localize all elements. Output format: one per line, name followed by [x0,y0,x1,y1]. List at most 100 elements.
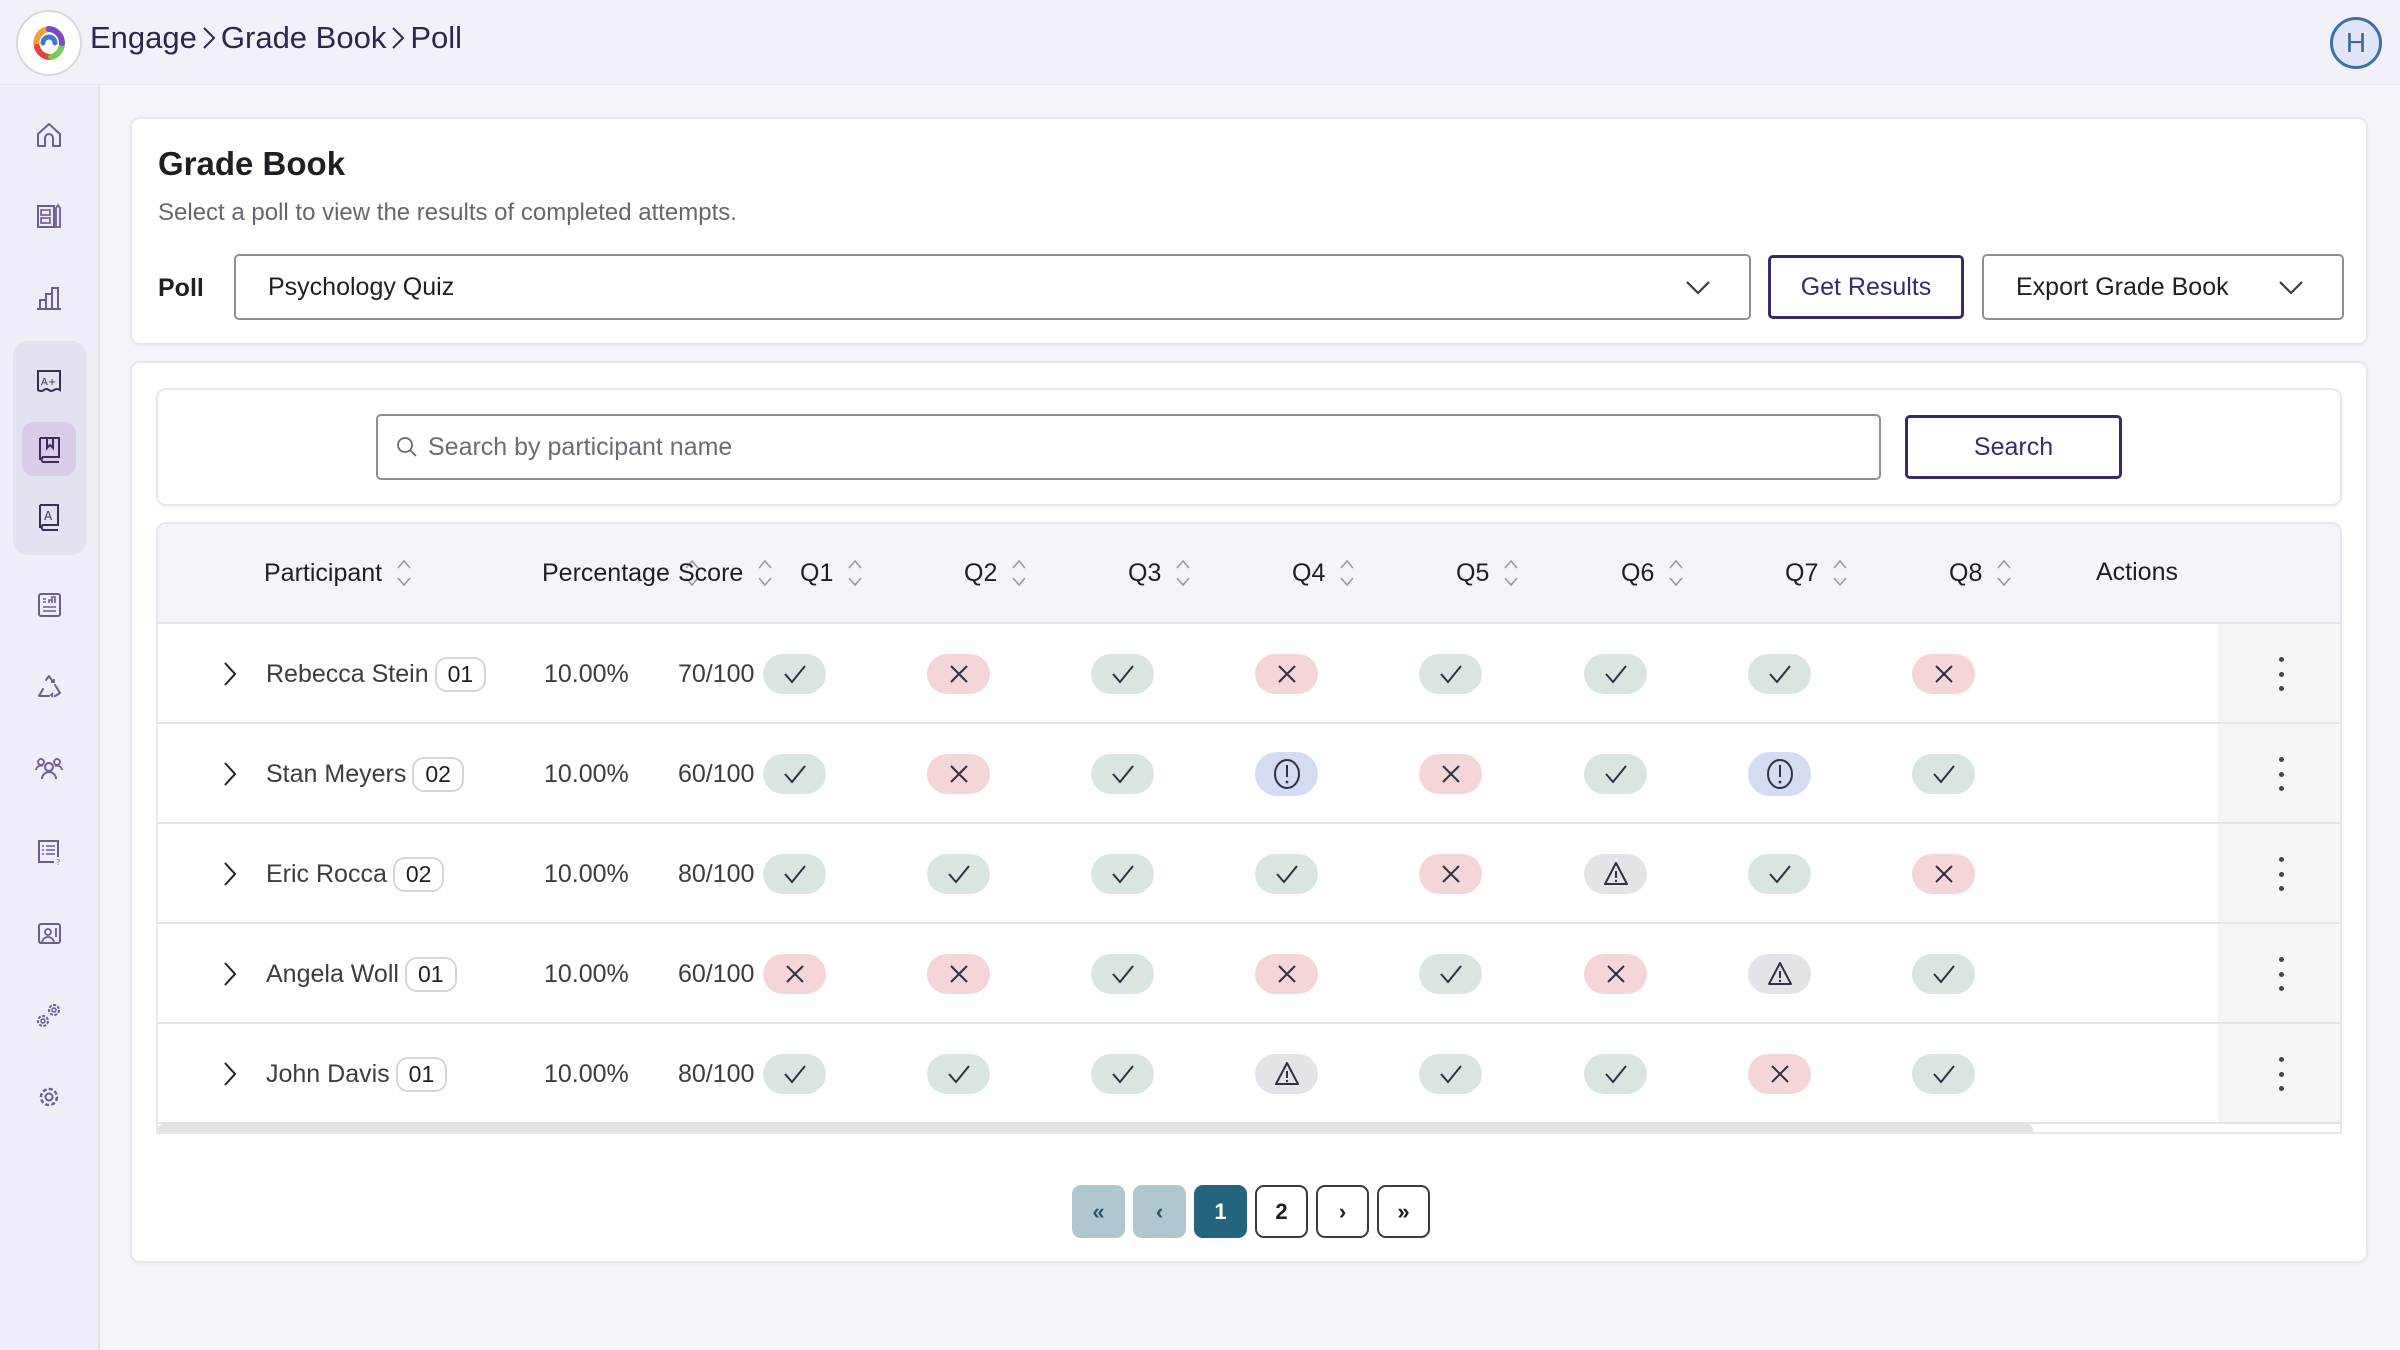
answer-status-correct[interactable] [1091,754,1154,794]
answer-status-incorrect[interactable] [1419,854,1482,894]
answer-status-info[interactable] [1748,752,1811,796]
answer-status-incorrect[interactable] [1255,654,1318,694]
export-grade-book-button[interactable]: Export Grade Book [1982,254,2344,320]
sort-icon[interactable] [847,558,863,588]
answer-status-correct[interactable] [927,854,990,894]
answer-status-info[interactable] [1255,752,1318,796]
sidebar-item-grade-book-a[interactable]: A [22,490,76,544]
expand-row-chevron-icon[interactable] [222,1060,238,1093]
sort-icon[interactable] [1668,558,1684,588]
answer-status-incorrect[interactable] [1912,854,1975,894]
answer-status-correct[interactable] [1419,954,1482,994]
column-header-q4[interactable]: Q4 [1292,558,1355,588]
row-actions-kebab-icon[interactable] [2274,654,2288,694]
sidebar-item-integrations[interactable] [22,988,76,1042]
sidebar-item-gradebook[interactable] [22,422,76,476]
expand-row-chevron-icon[interactable] [222,960,238,993]
search-button[interactable]: Search [1905,415,2122,479]
sort-icon[interactable] [1175,558,1191,588]
row-actions-kebab-icon[interactable] [2274,754,2288,794]
last-page-button[interactable]: » [1377,1185,1430,1238]
answer-status-incorrect[interactable] [1255,954,1318,994]
prev-page-button[interactable]: ‹ [1133,1185,1186,1238]
answer-status-correct[interactable] [1584,654,1647,694]
column-header-score[interactable]: Score [678,558,773,588]
answer-status-correct[interactable] [1091,654,1154,694]
column-header-participant[interactable]: Participant [264,558,412,588]
answer-status-correct[interactable] [1912,1054,1975,1094]
get-results-button[interactable]: Get Results [1768,255,1964,319]
answer-status-incorrect[interactable] [763,954,826,994]
sidebar-item-home[interactable] [22,108,76,162]
sidebar-item-grades[interactable]: A+ [22,354,76,408]
column-header-q8[interactable]: Q8 [1949,558,2012,588]
page-1-button[interactable]: 1 [1194,1185,1247,1238]
breadcrumb-grade-book[interactable]: Grade Book [221,20,386,56]
answer-status-correct[interactable] [1419,654,1482,694]
answer-status-incorrect[interactable] [927,954,990,994]
row-actions-kebab-icon[interactable] [2274,954,2288,994]
sidebar-item-classroom[interactable] [22,906,76,960]
answer-status-correct[interactable] [763,654,826,694]
answer-status-warning[interactable] [1748,954,1811,994]
breadcrumb-engage[interactable]: Engage [90,20,197,56]
answer-status-correct[interactable] [1584,1054,1647,1094]
sidebar-item-participants[interactable] [22,742,76,796]
answer-status-incorrect[interactable] [1748,1054,1811,1094]
sort-icon[interactable] [757,558,773,588]
answer-status-correct[interactable] [1419,1054,1482,1094]
answer-status-incorrect[interactable] [927,754,990,794]
participant-name[interactable]: Stan Meyers [266,760,406,789]
participant-name[interactable]: Eric Rocca [266,860,387,889]
expand-row-chevron-icon[interactable] [222,660,238,693]
horizontal-scrollbar[interactable] [158,1124,2033,1132]
user-avatar[interactable]: H [2330,17,2382,69]
answer-status-correct[interactable] [763,754,826,794]
answer-status-correct[interactable] [1912,754,1975,794]
answer-status-incorrect[interactable] [1584,954,1647,994]
answer-status-incorrect[interactable] [927,654,990,694]
answer-status-correct[interactable] [763,1054,826,1094]
sidebar-item-reports[interactable] [22,578,76,632]
column-header-q7[interactable]: Q7 [1785,558,1848,588]
answer-status-correct[interactable] [763,854,826,894]
participant-name[interactable]: Rebecca Stein [266,660,429,689]
answer-status-incorrect[interactable] [1419,754,1482,794]
page-2-button[interactable]: 2 [1255,1185,1308,1238]
answer-status-correct[interactable] [1748,854,1811,894]
sidebar-item-quizzes[interactable]: ? [22,824,76,878]
expand-row-chevron-icon[interactable] [222,760,238,793]
column-header-q2[interactable]: Q2 [964,558,1027,588]
row-actions-kebab-icon[interactable] [2274,1054,2288,1094]
row-actions-kebab-icon[interactable] [2274,854,2288,894]
participant-name[interactable]: Angela Woll [266,960,399,989]
column-header-percentage[interactable]: Percentage [542,558,700,588]
answer-status-correct[interactable] [927,1054,990,1094]
answer-status-warning[interactable] [1584,854,1647,894]
participant-search-input[interactable]: Search by participant name [376,414,1881,480]
sort-icon[interactable] [1339,558,1355,588]
column-header-q6[interactable]: Q6 [1621,558,1684,588]
sidebar-item-settings[interactable] [22,1070,76,1124]
column-header-q3[interactable]: Q3 [1128,558,1191,588]
sort-icon[interactable] [1996,558,2012,588]
answer-status-correct[interactable] [1912,954,1975,994]
column-header-q5[interactable]: Q5 [1456,558,1519,588]
answer-status-correct[interactable] [1091,954,1154,994]
answer-status-correct[interactable] [1255,854,1318,894]
column-header-q1[interactable]: Q1 [800,558,863,588]
expand-row-chevron-icon[interactable] [222,860,238,893]
sort-icon[interactable] [396,558,412,588]
answer-status-correct[interactable] [1091,1054,1154,1094]
sort-icon[interactable] [1832,558,1848,588]
poll-select[interactable]: Psychology Quiz [234,254,1751,320]
answer-status-correct[interactable] [1584,754,1647,794]
sidebar-item-content[interactable] [22,189,76,243]
sort-icon[interactable] [1503,558,1519,588]
answer-status-correct[interactable] [1091,854,1154,894]
answer-status-warning[interactable] [1255,1054,1318,1094]
sidebar-item-analytics[interactable] [22,271,76,325]
next-page-button[interactable]: › [1316,1185,1369,1238]
sort-icon[interactable] [1011,558,1027,588]
first-page-button[interactable]: « [1072,1185,1125,1238]
